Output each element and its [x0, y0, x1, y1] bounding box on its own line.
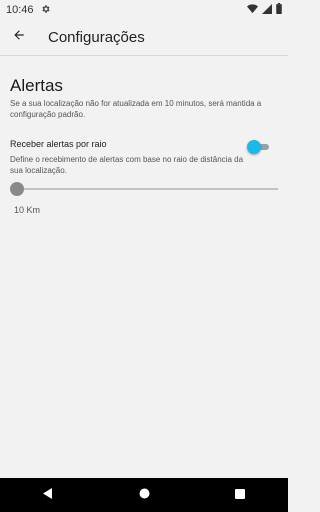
preference-summary: Define o recebimento de alertas com base…: [10, 155, 244, 175]
slider-thumb[interactable]: [10, 182, 24, 196]
recents-square-icon: [235, 486, 245, 504]
toolbar: Configurações: [0, 20, 288, 56]
status-right: [247, 3, 282, 17]
preference-title[interactable]: Receber alertas por raio: [10, 139, 107, 149]
nav-recents-button[interactable]: [220, 478, 260, 512]
battery-icon: [276, 3, 282, 17]
radius-alerts-toggle[interactable]: [247, 140, 271, 154]
nav-back-button[interactable]: [28, 478, 68, 512]
radius-slider[interactable]: [10, 181, 278, 197]
back-triangle-icon: [43, 486, 53, 504]
slider-track: [10, 188, 278, 190]
page-title: Configurações: [48, 29, 145, 46]
home-circle-icon: [139, 486, 150, 504]
settings-icon: [41, 4, 51, 17]
navigation-bar: [0, 478, 288, 512]
back-button[interactable]: [1, 20, 37, 56]
nav-home-button[interactable]: [124, 478, 164, 512]
status-time: 10:46: [6, 4, 34, 16]
status-left: 10:46: [6, 4, 51, 17]
signal-icon: [262, 3, 272, 17]
wifi-icon: [247, 3, 258, 17]
arrow-back-icon: [12, 28, 26, 47]
status-bar: 10:46: [0, 0, 288, 20]
slider-value-label: 10 Km: [14, 205, 41, 215]
section-title: Alertas: [10, 76, 63, 95]
section-description: Se a sua localização não for atualizada …: [10, 99, 262, 119]
toggle-thumb: [247, 140, 261, 154]
